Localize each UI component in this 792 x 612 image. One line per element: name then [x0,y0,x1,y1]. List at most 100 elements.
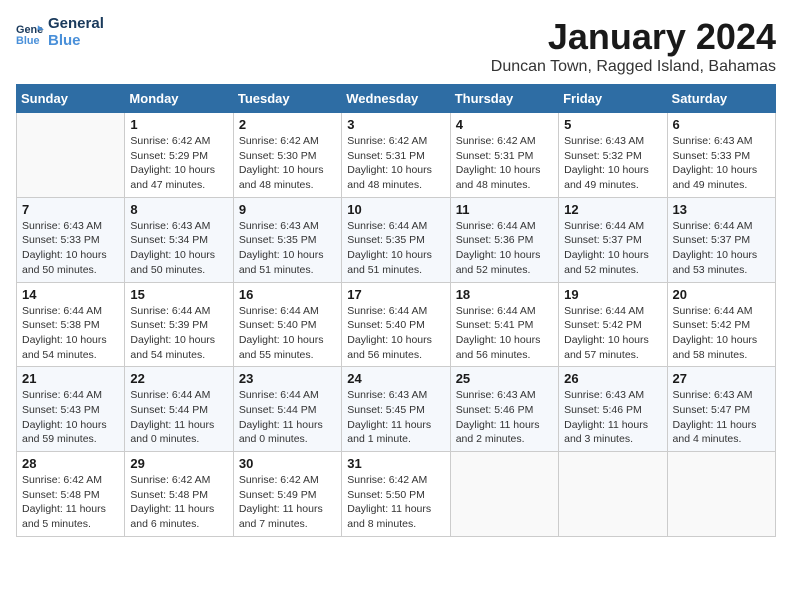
day-info: Sunrise: 6:44 AM Sunset: 5:44 PM Dayligh… [239,388,336,447]
calendar-cell: 10Sunrise: 6:44 AM Sunset: 5:35 PM Dayli… [342,197,450,282]
day-number: 16 [239,287,336,302]
calendar-cell: 1Sunrise: 6:42 AM Sunset: 5:29 PM Daylig… [125,113,233,198]
header-friday: Friday [559,85,667,113]
day-number: 20 [673,287,770,302]
day-info: Sunrise: 6:44 AM Sunset: 5:44 PM Dayligh… [130,388,227,447]
day-info: Sunrise: 6:43 AM Sunset: 5:32 PM Dayligh… [564,134,661,193]
calendar-cell: 19 Sunrise: 6:44 AM Sunset: 5:42 PM Dayli… [559,282,667,367]
calendar-cell: 25 Sunrise: 6:43 AM Sunset: 5:46 PM Dayli… [450,367,558,452]
day-info: Sunrise: 6:43 AM Sunset: 5:34 PM Dayligh… [130,219,227,278]
day-info: Sunrise: 6:44 AM Sunset: 5:42 PM Dayligh… [564,304,661,363]
calendar-cell: 16 Sunrise: 6:44 AM Sunset: 5:40 PM Dayli… [233,282,341,367]
calendar-week-2: 7 Sunrise: 6:43 AM Sunset: 5:33 PM Daylig… [17,197,776,282]
day-number: 15 [130,287,227,302]
logo-line2: Blue [48,33,104,50]
day-info: Sunrise: 6:44 AM Sunset: 5:38 PM Dayligh… [22,304,119,363]
day-number: 29 [130,456,227,471]
header-tuesday: Tuesday [233,85,341,113]
calendar-cell: 23 Sunrise: 6:44 AM Sunset: 5:44 PM Dayli… [233,367,341,452]
day-info: Sunrise: 6:43 AM Sunset: 5:47 PM Dayligh… [673,388,770,447]
day-info: Sunrise: 6:43 AM Sunset: 5:45 PM Dayligh… [347,388,444,447]
calendar-cell: 8 Sunrise: 6:43 AM Sunset: 5:34 PM Daylig… [125,197,233,282]
calendar-cell: 12 Sunrise: 6:44 AM Sunset: 5:37 PM Dayli… [559,197,667,282]
title-section: January 2024 Duncan Town, Ragged Island,… [491,16,776,76]
day-info: Sunrise: 6:42 AM Sunset: 5:48 PM Dayligh… [130,473,227,532]
day-number: 23 [239,371,336,386]
day-info: Sunrise: 6:44 AM Sunset: 5:37 PM Dayligh… [673,219,770,278]
header-saturday: Saturday [667,85,775,113]
day-number: 2 [239,117,336,132]
calendar-cell [667,452,775,537]
day-number: 5 [564,117,661,132]
calendar-cell: 13 Sunrise: 6:44 AM Sunset: 5:37 PM Dayli… [667,197,775,282]
header-monday: Monday [125,85,233,113]
calendar-cell: 5 Sunrise: 6:43 AM Sunset: 5:32 PM Daylig… [559,113,667,198]
calendar-cell: 3Sunrise: 6:42 AM Sunset: 5:31 PM Daylig… [342,113,450,198]
day-number: 21 [22,371,119,386]
day-info: Sunrise: 6:43 AM Sunset: 5:33 PM Dayligh… [22,219,119,278]
day-info: Sunrise: 6:44 AM Sunset: 5:42 PM Dayligh… [673,304,770,363]
calendar-cell: 4 Sunrise: 6:42 AM Sunset: 5:31 PM Daylig… [450,113,558,198]
calendar-header-row: SundayMondayTuesdayWednesdayThursdayFrid… [17,85,776,113]
day-info: Sunrise: 6:43 AM Sunset: 5:33 PM Dayligh… [673,134,770,193]
day-number: 8 [130,202,227,217]
day-number: 17 [347,287,444,302]
day-number: 6 [673,117,770,132]
day-info: Sunrise: 6:42 AM Sunset: 5:31 PM Dayligh… [347,134,444,193]
calendar-cell: 9Sunrise: 6:43 AM Sunset: 5:35 PM Daylig… [233,197,341,282]
day-number: 4 [456,117,553,132]
day-number: 27 [673,371,770,386]
day-number: 22 [130,371,227,386]
calendar-cell: 27 Sunrise: 6:43 AM Sunset: 5:47 PM Dayli… [667,367,775,452]
calendar-cell: 22 Sunrise: 6:44 AM Sunset: 5:44 PM Dayli… [125,367,233,452]
svg-text:Blue: Blue [16,34,40,46]
day-info: Sunrise: 6:44 AM Sunset: 5:37 PM Dayligh… [564,219,661,278]
calendar-cell: 18 Sunrise: 6:44 AM Sunset: 5:41 PM Dayli… [450,282,558,367]
calendar-cell: 6 Sunrise: 6:43 AM Sunset: 5:33 PM Daylig… [667,113,775,198]
calendar-cell: 26 Sunrise: 6:43 AM Sunset: 5:46 PM Dayli… [559,367,667,452]
header-wednesday: Wednesday [342,85,450,113]
calendar-cell: 20 Sunrise: 6:44 AM Sunset: 5:42 PM Dayli… [667,282,775,367]
calendar-cell: 21Sunrise: 6:44 AM Sunset: 5:43 PM Dayli… [17,367,125,452]
calendar-cell: 17 Sunrise: 6:44 AM Sunset: 5:40 PM Dayli… [342,282,450,367]
header-sunday: Sunday [17,85,125,113]
calendar-cell: 15 Sunrise: 6:44 AM Sunset: 5:39 PM Dayli… [125,282,233,367]
day-info: Sunrise: 6:42 AM Sunset: 5:48 PM Dayligh… [22,473,119,532]
day-number: 31 [347,456,444,471]
day-number: 13 [673,202,770,217]
day-info: Sunrise: 6:42 AM Sunset: 5:31 PM Dayligh… [456,134,553,193]
calendar-table: SundayMondayTuesdayWednesdayThursdayFrid… [16,84,776,537]
day-info: Sunrise: 6:43 AM Sunset: 5:46 PM Dayligh… [456,388,553,447]
day-info: Sunrise: 6:44 AM Sunset: 5:40 PM Dayligh… [239,304,336,363]
day-number: 7 [22,202,119,217]
calendar-cell: 29 Sunrise: 6:42 AM Sunset: 5:48 PM Dayli… [125,452,233,537]
calendar-cell [559,452,667,537]
day-number: 25 [456,371,553,386]
logo: General Blue General Blue [16,16,104,49]
day-info: Sunrise: 6:44 AM Sunset: 5:39 PM Dayligh… [130,304,227,363]
day-number: 12 [564,202,661,217]
day-info: Sunrise: 6:42 AM Sunset: 5:29 PM Dayligh… [130,134,227,193]
day-number: 11 [456,202,553,217]
day-info: Sunrise: 6:42 AM Sunset: 5:30 PM Dayligh… [239,134,336,193]
day-info: Sunrise: 6:44 AM Sunset: 5:36 PM Dayligh… [456,219,553,278]
day-number: 26 [564,371,661,386]
calendar-cell: 11 Sunrise: 6:44 AM Sunset: 5:36 PM Dayli… [450,197,558,282]
calendar-week-5: 28Sunrise: 6:42 AM Sunset: 5:48 PM Dayli… [17,452,776,537]
calendar-cell: 30 Sunrise: 6:42 AM Sunset: 5:49 PM Dayli… [233,452,341,537]
calendar-week-3: 14Sunrise: 6:44 AM Sunset: 5:38 PM Dayli… [17,282,776,367]
calendar-cell: 31Sunrise: 6:42 AM Sunset: 5:50 PM Dayli… [342,452,450,537]
day-number: 18 [456,287,553,302]
calendar-cell: 24Sunrise: 6:43 AM Sunset: 5:45 PM Dayli… [342,367,450,452]
logo-icon: General Blue [16,19,44,47]
day-info: Sunrise: 6:44 AM Sunset: 5:40 PM Dayligh… [347,304,444,363]
day-info: Sunrise: 6:44 AM Sunset: 5:41 PM Dayligh… [456,304,553,363]
day-info: Sunrise: 6:42 AM Sunset: 5:49 PM Dayligh… [239,473,336,532]
day-number: 19 [564,287,661,302]
day-number: 30 [239,456,336,471]
header-thursday: Thursday [450,85,558,113]
day-number: 10 [347,202,444,217]
calendar-week-1: 1Sunrise: 6:42 AM Sunset: 5:29 PM Daylig… [17,113,776,198]
day-info: Sunrise: 6:43 AM Sunset: 5:46 PM Dayligh… [564,388,661,447]
calendar-cell: 28Sunrise: 6:42 AM Sunset: 5:48 PM Dayli… [17,452,125,537]
